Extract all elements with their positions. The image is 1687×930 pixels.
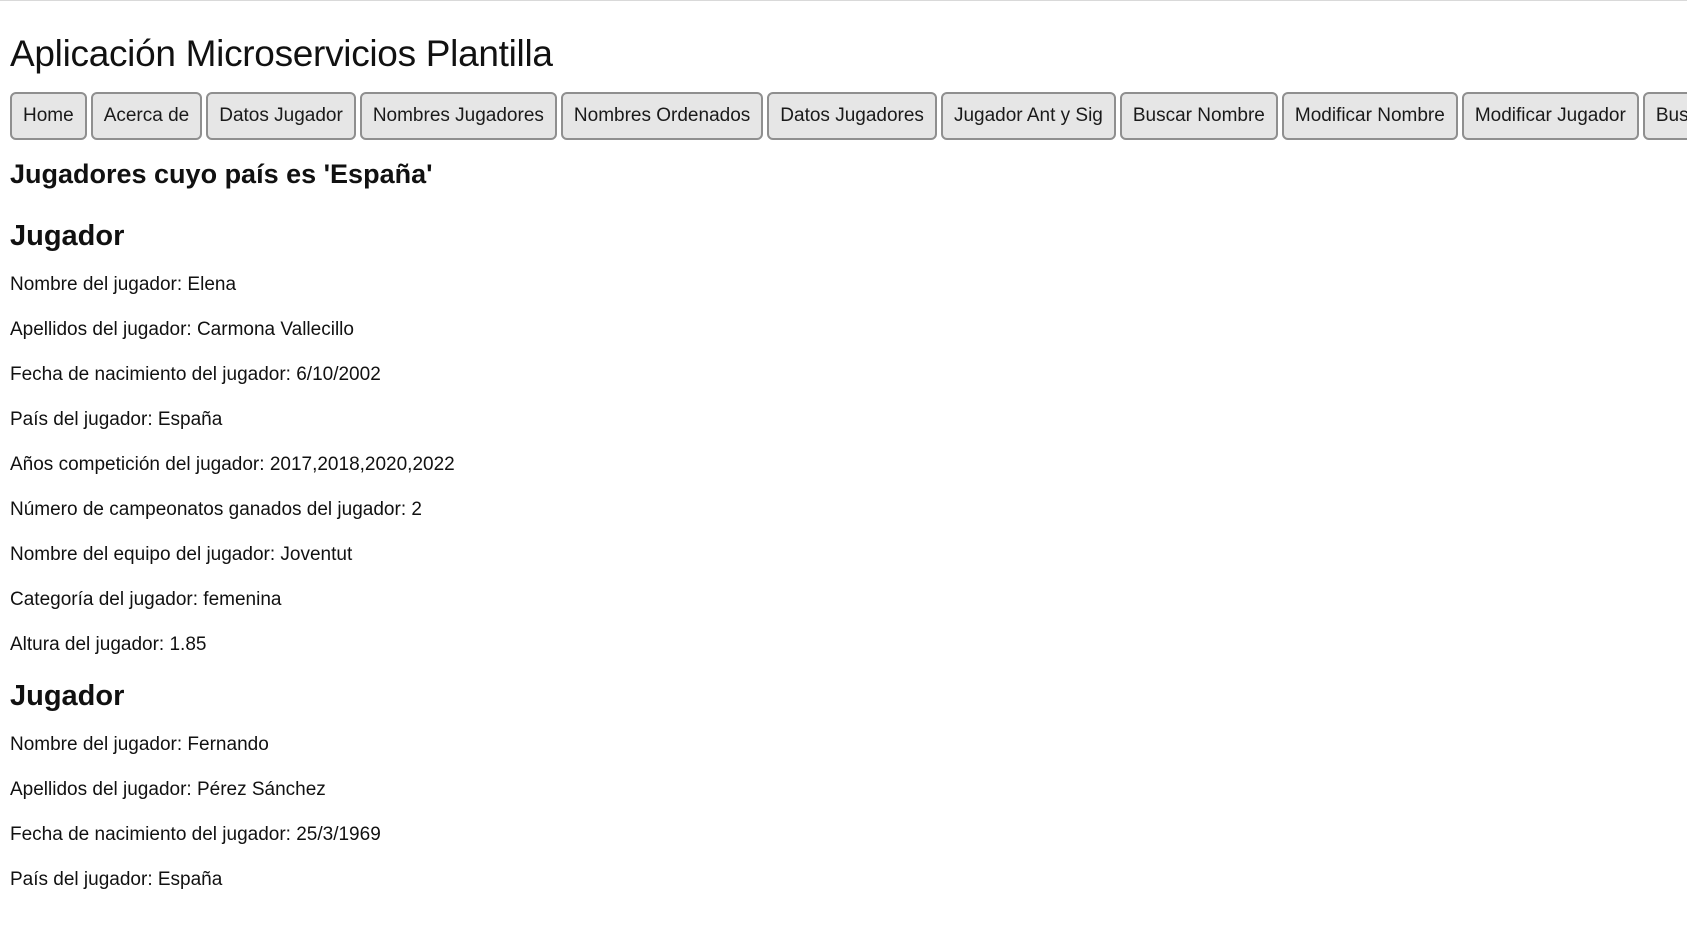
menu-button-jugador-ant-sig[interactable]: Jugador Ant y Sig (940, 92, 1116, 140)
player-field-altura: Altura del jugador: 1.85 (10, 634, 207, 655)
player-field-nombre: Nombre del jugador: Elena (10, 274, 237, 295)
player-field-equipo: Nombre del equipo del jugador: Joventut (10, 544, 353, 565)
menu-button-acerca-de[interactable]: Acerca de (90, 92, 203, 140)
menu-button-buscar-nombre[interactable]: Buscar Nombre (1119, 92, 1278, 140)
player-field-fecha-nacimiento: Fecha de nacimiento del jugador: 6/10/20… (10, 364, 381, 385)
player-field-apellidos: Apellidos del jugador: Pérez Sánchez (10, 779, 326, 800)
app-title: Aplicación Microservicios Plantilla (10, 33, 553, 74)
player-field-nombre: Nombre del jugador: Fernando (10, 734, 269, 755)
page-container: Aplicación Microservicios Plantilla Home… (10, 30, 1687, 913)
menu-button-nombres-jugadores[interactable]: Nombres Jugadores (359, 92, 557, 140)
player-heading: Jugador (10, 680, 125, 712)
player-field-apellidos: Apellidos del jugador: Carmona Vallecill… (10, 319, 354, 340)
player-heading: Jugador (10, 220, 125, 252)
player-fields: Nombre del jugador: Elena Apellidos del … (10, 273, 1680, 657)
menu-button-datos-jugador[interactable]: Datos Jugador (206, 92, 356, 140)
top-divider (0, 0, 1687, 1)
player-field-fecha-nacimiento: Fecha de nacimiento del jugador: 25/3/19… (10, 824, 381, 845)
menu-button-buscar[interactable]: Buscar (1642, 92, 1687, 140)
player-field-anos-competicion: Años competición del jugador: 2017,2018,… (10, 454, 455, 475)
menu-button-datos-jugadores[interactable]: Datos Jugadores (767, 92, 937, 140)
player-field-pais: País del jugador: España (10, 409, 223, 430)
player-card: Jugador Nombre del jugador: Fernando Ape… (10, 678, 1680, 892)
player-fields: Nombre del jugador: Fernando Apellidos d… (10, 733, 1680, 892)
player-field-categoria: Categoría del jugador: femenina (10, 589, 282, 610)
menu-button-modificar-nombre[interactable]: Modificar Nombre (1281, 92, 1458, 140)
section-title: Jugadores cuyo país es 'España' (10, 159, 433, 189)
menu-button-modificar-jugador[interactable]: Modificar Jugador (1461, 92, 1639, 140)
menu-button-home[interactable]: Home (10, 92, 87, 140)
menu-button-nombres-ordenados[interactable]: Nombres Ordenados (560, 92, 764, 140)
player-card: Jugador Nombre del jugador: Elena Apelli… (10, 218, 1680, 657)
player-field-campeonatos: Número de campeonatos ganados del jugado… (10, 499, 422, 520)
player-field-pais: País del jugador: España (10, 869, 223, 890)
main-menu: Home Acerca de Datos Jugador Nombres Jug… (10, 92, 1687, 140)
